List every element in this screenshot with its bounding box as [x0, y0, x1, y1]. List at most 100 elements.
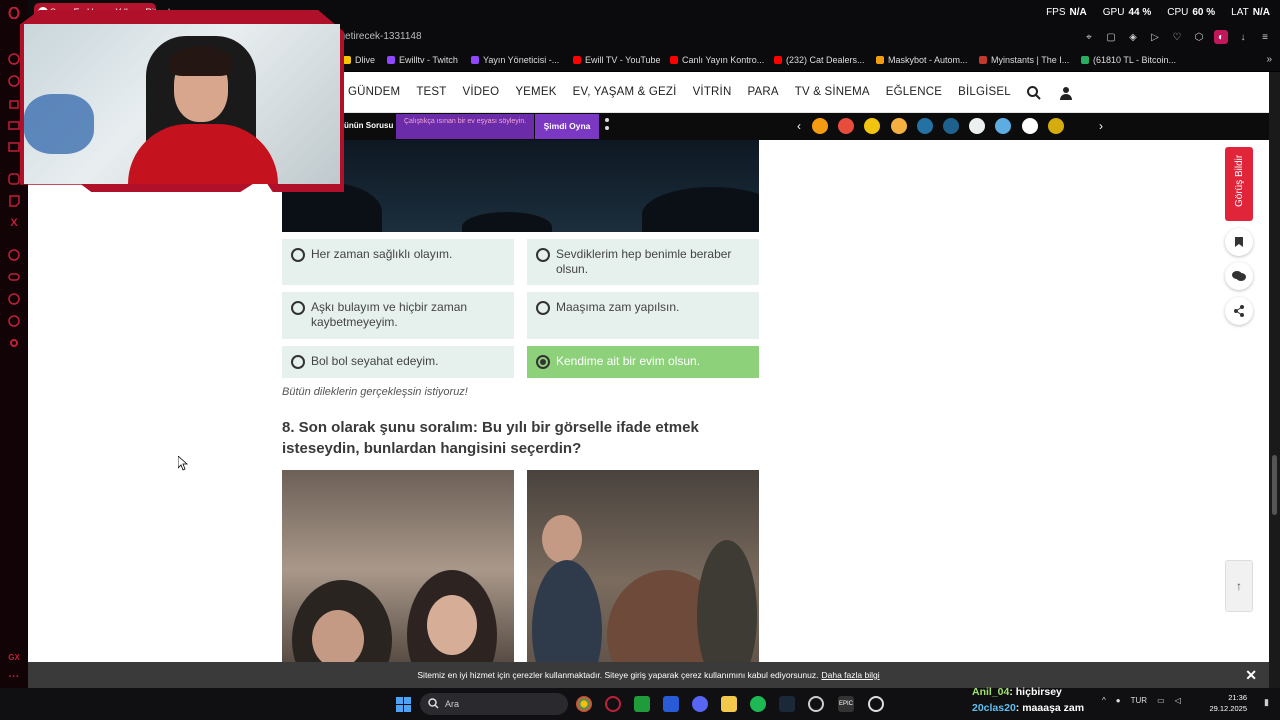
instagram-icon[interactable]	[7, 172, 21, 186]
nav-item[interactable]: TEST	[416, 86, 446, 98]
bookmark-item[interactable]: Dlive	[343, 55, 375, 65]
bookmark-item[interactable]: (61810 TL - Bitcoin...	[1081, 55, 1176, 65]
spotify-icon[interactable]	[750, 696, 766, 712]
shield-icon[interactable]: ◈	[1126, 30, 1140, 44]
clock-date: 29.12.2025	[1209, 704, 1247, 713]
heart-icon[interactable]: ♡	[1170, 30, 1184, 44]
nav-item[interactable]: YEMEK	[515, 86, 556, 98]
video-icon[interactable]	[7, 140, 21, 154]
bag-icon[interactable]	[7, 96, 21, 110]
more-icon[interactable]: ···	[7, 670, 21, 684]
comments-button[interactable]	[1225, 262, 1253, 290]
settings-icon[interactable]	[7, 336, 21, 350]
steam-icon[interactable]	[779, 696, 795, 712]
bookmark-item[interactable]: Myinstants | The I...	[979, 55, 1069, 65]
music-icon[interactable]	[7, 248, 21, 262]
discord-icon[interactable]	[692, 696, 708, 712]
nav-item[interactable]: TV & SİNEMA	[795, 86, 870, 98]
answer-option[interactable]: Maaşıma zam yapılsın.	[527, 292, 759, 339]
download-icon[interactable]: ↓	[1236, 30, 1250, 44]
mail-icon[interactable]	[7, 118, 21, 132]
epic-games-icon[interactable]: EPIC	[838, 696, 854, 712]
reaction-icon[interactable]	[1047, 118, 1064, 134]
microphone-icon[interactable]: ●	[1116, 696, 1121, 705]
store-icon[interactable]	[663, 696, 679, 712]
nav-item[interactable]: VİDEO	[463, 86, 500, 98]
language-indicator[interactable]: TUR	[1131, 696, 1147, 705]
messenger-icon[interactable]	[7, 52, 21, 66]
opera-gx-icon[interactable]	[605, 696, 621, 712]
bookmark-item[interactable]: Yayın Yöneticisi -...	[471, 55, 559, 65]
bookmark-item[interactable]: Ewilltv - Twitch	[387, 55, 458, 65]
nav-item[interactable]: EV, YAŞAM & GEZİ	[573, 86, 677, 98]
share-button[interactable]	[1225, 297, 1253, 325]
answer-image[interactable]	[527, 470, 759, 688]
profile-icon[interactable]: ◐	[1214, 30, 1228, 44]
bookmark-item[interactable]: Ewill TV - YouTube	[573, 55, 661, 65]
volume-icon[interactable]: ◁	[1175, 696, 1181, 705]
taskbar-search[interactable]: Ara	[420, 693, 568, 715]
feedback-button[interactable]: Görüş Bildir	[1225, 147, 1253, 221]
cookie-more-link[interactable]: Daha fazla bilgi	[821, 670, 879, 680]
reaction-icon[interactable]	[864, 118, 881, 134]
page-scrollbar[interactable]	[1269, 72, 1280, 688]
user-icon[interactable]	[1058, 85, 1074, 101]
bookmark-item[interactable]: Canlı Yayın Kontro...	[670, 55, 764, 65]
reaction-icon[interactable]	[890, 118, 907, 134]
opera-logo-icon[interactable]	[7, 6, 21, 20]
answer-option-selected[interactable]: Kendime ait bir evim olsun.	[527, 346, 759, 378]
twitch-icon[interactable]	[7, 194, 21, 208]
play-icon[interactable]: ▷	[1148, 30, 1162, 44]
games-icon[interactable]	[7, 270, 21, 284]
scroll-to-top-button[interactable]: ↑	[1225, 560, 1253, 612]
reaction-icon[interactable]	[1021, 118, 1038, 134]
answer-image[interactable]	[282, 470, 514, 688]
bookmark-button[interactable]	[1225, 228, 1253, 256]
obs-icon[interactable]	[868, 696, 884, 712]
play-now-button[interactable]: Şimdi Oyna	[535, 114, 599, 139]
gx-icon[interactable]: GX	[7, 650, 21, 664]
nav-item[interactable]: EĞLENCE	[886, 86, 942, 98]
tray-chevron-icon[interactable]: ^	[1102, 696, 1106, 705]
app-icon[interactable]	[808, 696, 824, 712]
network-icon[interactable]: ▭	[1157, 696, 1165, 705]
extensions-icon[interactable]: ⬡	[1192, 30, 1206, 44]
xbox-icon[interactable]	[634, 696, 650, 712]
nav-item[interactable]: PARA	[747, 86, 778, 98]
bookmark-item[interactable]: Maskybot - Autom...	[876, 55, 968, 65]
clock[interactable]: 21:36 29.12.2025	[1209, 692, 1247, 714]
mouse-cursor-icon	[178, 456, 188, 471]
chat-icon[interactable]	[7, 314, 21, 328]
nav-item[interactable]: GÜNDEM	[348, 86, 400, 98]
history-icon[interactable]	[7, 292, 21, 306]
reactions-prev-icon[interactable]: ‹	[797, 119, 801, 133]
start-icon[interactable]	[396, 697, 411, 712]
pin-icon[interactable]: ⌖	[1082, 30, 1096, 44]
reaction-icon[interactable]	[995, 118, 1012, 134]
scrollbar-thumb[interactable]	[1272, 455, 1277, 515]
reaction-icon[interactable]	[969, 118, 986, 134]
answer-option[interactable]: Aşkı bulayım ve hiçbir zaman kaybetmeyey…	[282, 292, 514, 339]
reactions-next-icon[interactable]: ›	[1099, 119, 1103, 133]
search-icon[interactable]	[1026, 85, 1042, 101]
whatsapp-icon[interactable]	[7, 74, 21, 88]
bookmarks-more-icon[interactable]: »	[1266, 54, 1272, 65]
reaction-icon[interactable]	[812, 118, 828, 134]
reaction-icon[interactable]	[916, 118, 933, 134]
snapshot-icon[interactable]: ▢	[1104, 30, 1118, 44]
x-icon[interactable]: X	[7, 216, 21, 230]
answer-option[interactable]: Bol bol seyahat edeyim.	[282, 346, 514, 378]
chrome-icon[interactable]	[576, 696, 592, 712]
file-explorer-icon[interactable]	[721, 696, 737, 712]
reaction-icon[interactable]	[838, 118, 855, 134]
reaction-icon[interactable]	[943, 118, 959, 134]
cookie-close-button[interactable]: ✕	[1245, 662, 1257, 688]
notifications-icon[interactable]: ▮	[1264, 697, 1274, 707]
promo-more-icon[interactable]	[605, 118, 609, 134]
bookmark-item[interactable]: (232) Cat Dealers...	[774, 55, 865, 65]
answer-option[interactable]: Her zaman sağlıklı olayım.	[282, 239, 514, 285]
nav-item[interactable]: VİTRİN	[693, 86, 732, 98]
menu-icon[interactable]: ≡	[1258, 30, 1272, 44]
answer-option[interactable]: Sevdiklerim hep benimle beraber olsun.	[527, 239, 759, 285]
nav-item[interactable]: BİLGİSEL	[958, 86, 1011, 98]
